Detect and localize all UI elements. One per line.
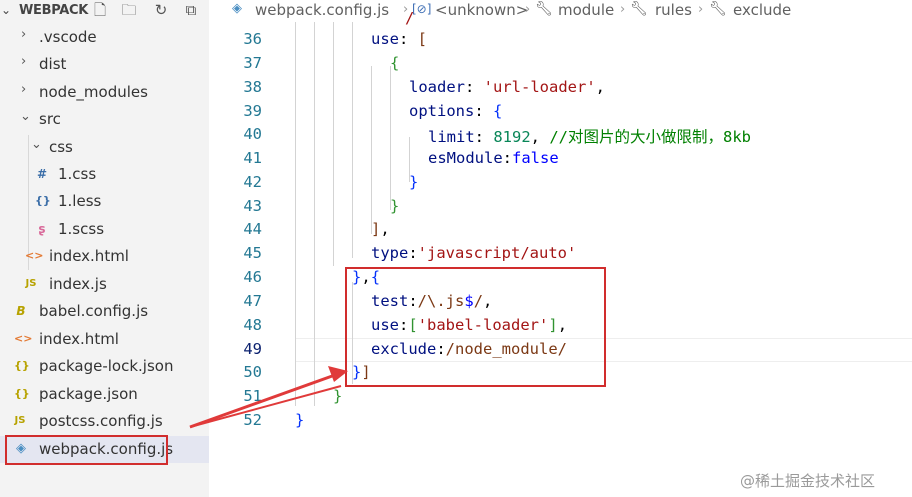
- arrow-line: [189, 385, 342, 428]
- annotation-arrows: [189, 366, 348, 429]
- arrow-line: [189, 373, 336, 429]
- arrow-head: [328, 366, 348, 382]
- watermark: @稀土掘金技术社区: [740, 472, 876, 490]
